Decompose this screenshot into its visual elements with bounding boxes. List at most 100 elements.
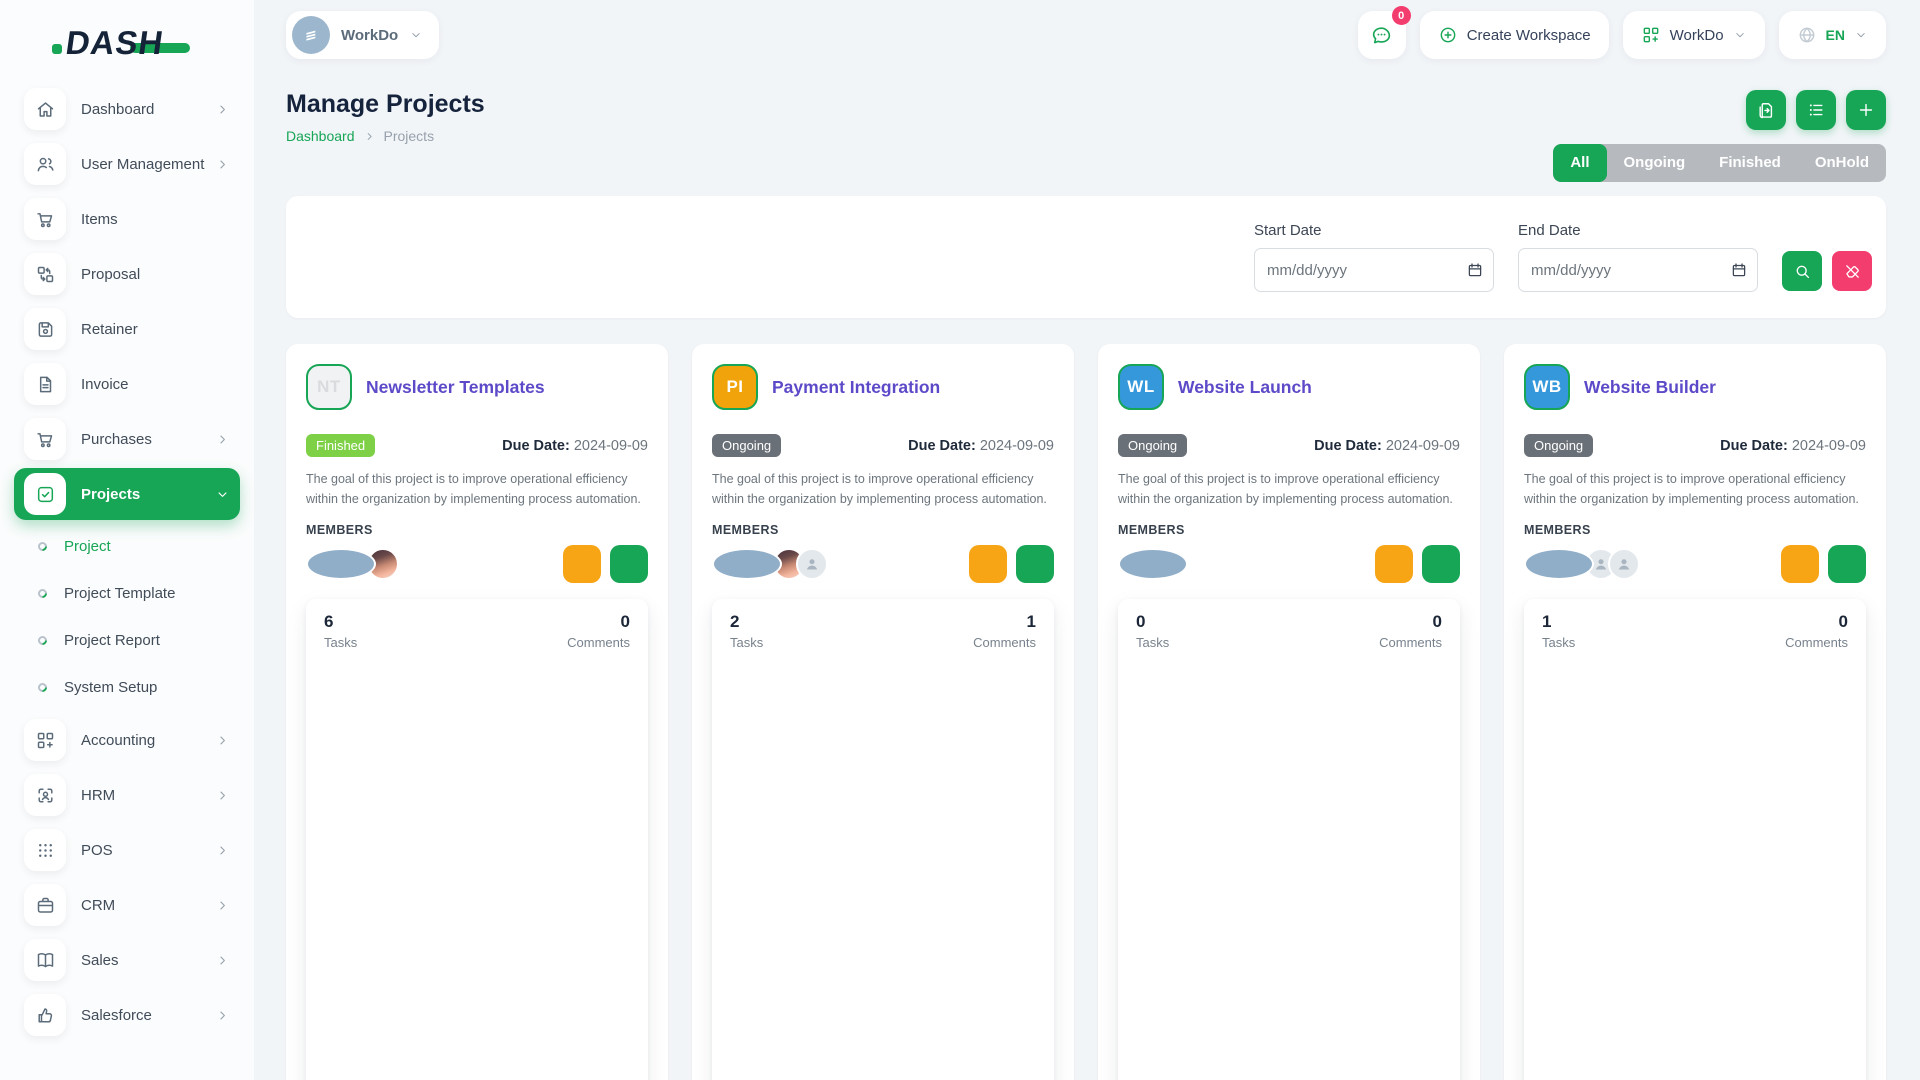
start-date-label: Start Date	[1254, 222, 1494, 239]
breadcrumb-home-link[interactable]: Dashboard	[286, 128, 355, 144]
member-avatars	[1118, 548, 1188, 580]
grid-plus-icon	[1641, 25, 1661, 45]
tasks-board-button[interactable]	[1016, 545, 1054, 583]
tab-finished[interactable]: Finished	[1702, 144, 1798, 182]
chevron-right-icon	[363, 130, 376, 143]
tab-onhold[interactable]: OnHold	[1798, 144, 1886, 182]
bullet-icon	[36, 587, 49, 600]
start-date-input[interactable]	[1254, 248, 1494, 292]
chevron-icon	[215, 1008, 230, 1023]
comments-label: Comments	[1169, 635, 1442, 650]
members-label: MEMBERS	[1524, 523, 1866, 537]
status-badge: Ongoing	[1118, 434, 1187, 457]
project-title-link[interactable]: Newsletter Templates	[366, 377, 545, 398]
header-action-buttons	[1746, 90, 1886, 130]
sidebar-item-items[interactable]: Items	[14, 193, 240, 245]
filter-actions	[1782, 251, 1872, 291]
eye-icon	[978, 554, 998, 574]
bullet-icon	[36, 681, 49, 694]
sidebar-item-dashboard[interactable]: Dashboard	[14, 83, 240, 135]
project-title-link[interactable]: Website Builder	[1584, 377, 1716, 398]
sidebar-item-label: Retainer	[81, 321, 230, 338]
sidebar-item-proposal[interactable]: Proposal	[14, 248, 240, 300]
chevron-icon	[215, 953, 230, 968]
sidebar-item-icon-tile	[24, 363, 66, 405]
app-logo: DASH	[0, 0, 254, 72]
sidebar: DASH Dashboard User Management Items Pro…	[0, 0, 254, 1080]
search-button[interactable]	[1782, 251, 1822, 291]
sidebar-subitem-project-report[interactable]: Project Report	[0, 617, 254, 664]
status-badge: Finished	[306, 434, 375, 457]
sidebar-item-icon-tile	[24, 88, 66, 130]
sidebar-item-user-management[interactable]: User Management	[14, 138, 240, 190]
tasks-board-button[interactable]	[1422, 545, 1460, 583]
view-project-button[interactable]	[1375, 545, 1413, 583]
sidebar-item-hrm[interactable]: HRM	[14, 769, 240, 821]
messages-button[interactable]: 0	[1358, 11, 1406, 59]
create-workspace-button[interactable]: Create Workspace	[1420, 11, 1609, 59]
sidebar-subitem-system-setup[interactable]: System Setup	[0, 664, 254, 711]
grid-dots-icon	[35, 840, 56, 861]
topbar-actions: 0 Create Workspace WorkDo EN	[1358, 11, 1886, 59]
sidebar-item-purchases[interactable]: Purchases	[14, 413, 240, 465]
end-date-group: End Date	[1518, 222, 1758, 292]
tasks-board-button[interactable]	[610, 545, 648, 583]
card-stats: 1 Tasks 0 Comments	[1524, 599, 1866, 1080]
language-selector[interactable]: EN	[1779, 11, 1886, 59]
project-initials-tile: PI	[712, 364, 758, 410]
tab-ongoing[interactable]: Ongoing	[1607, 144, 1703, 182]
project-initials-tile: WB	[1524, 364, 1570, 410]
card-menu-button[interactable]	[1044, 356, 1062, 376]
invoice-icon	[35, 374, 56, 395]
sidebar-item-label: Projects	[81, 486, 215, 503]
thumbs-up-icon	[35, 1005, 56, 1026]
sidebar-item-projects[interactable]: Projects	[14, 468, 240, 520]
list-view-button[interactable]	[1796, 90, 1836, 130]
sidebar-item-sales[interactable]: Sales	[14, 934, 240, 986]
sidebar-item-accounting[interactable]: Accounting	[14, 714, 240, 766]
end-date-input[interactable]	[1518, 248, 1758, 292]
chevron-icon	[215, 102, 230, 117]
card-menu-button[interactable]	[1856, 356, 1874, 376]
workspace-selector[interactable]: WorkDo	[286, 11, 439, 59]
comments-count: 1	[763, 612, 1036, 632]
sidebar-subitem-project-template[interactable]: Project Template	[0, 570, 254, 617]
sidebar-subitem-project[interactable]: Project	[0, 523, 254, 570]
sidebar-item-icon-tile	[24, 198, 66, 240]
sidebar-item-salesforce[interactable]: Salesforce	[14, 989, 240, 1041]
view-project-button[interactable]	[1781, 545, 1819, 583]
tab-all[interactable]: All	[1553, 144, 1606, 182]
comments-count: 0	[1169, 612, 1442, 632]
sidebar-item-icon-tile	[24, 939, 66, 981]
workdo-menu-button[interactable]: WorkDo	[1623, 11, 1765, 59]
users-icon	[35, 154, 56, 175]
project-title-link[interactable]: Payment Integration	[772, 377, 940, 398]
page-header: Manage Projects Dashboard Projects AllOn…	[286, 90, 1886, 182]
plus-circle-icon	[1438, 25, 1458, 45]
project-title-link[interactable]: Website Launch	[1178, 377, 1312, 398]
sidebar-item-crm[interactable]: CRM	[14, 879, 240, 931]
card-menu-button[interactable]	[1450, 356, 1468, 376]
add-project-button[interactable]	[1846, 90, 1886, 130]
sidebar-item-invoice[interactable]: Invoice	[14, 358, 240, 410]
sidebar-item-label: CRM	[81, 897, 215, 914]
sidebar-item-icon-tile	[24, 253, 66, 295]
sidebar-item-label: Salesforce	[81, 1007, 215, 1024]
tasks-count: 2	[730, 612, 763, 632]
kanban-icon	[1431, 554, 1451, 574]
due-date-value: 2024-09-09	[1386, 438, 1460, 454]
reset-filter-button[interactable]	[1832, 251, 1872, 291]
export-button[interactable]	[1746, 90, 1786, 130]
tasks-board-button[interactable]	[1828, 545, 1866, 583]
workdo-menu-label: WorkDo	[1670, 27, 1724, 44]
members-label: MEMBERS	[1118, 523, 1460, 537]
project-card: NT Newsletter Templates Finished Due Dat…	[286, 344, 668, 1080]
sidebar-subitem-label: Project Report	[64, 632, 160, 649]
view-project-button[interactable]	[969, 545, 1007, 583]
sidebar-item-pos[interactable]: POS	[14, 824, 240, 876]
sidebar-item-retainer[interactable]: Retainer	[14, 303, 240, 355]
kanban-icon	[1837, 554, 1857, 574]
card-menu-button[interactable]	[638, 356, 656, 376]
view-project-button[interactable]	[563, 545, 601, 583]
save-icon	[35, 319, 56, 340]
